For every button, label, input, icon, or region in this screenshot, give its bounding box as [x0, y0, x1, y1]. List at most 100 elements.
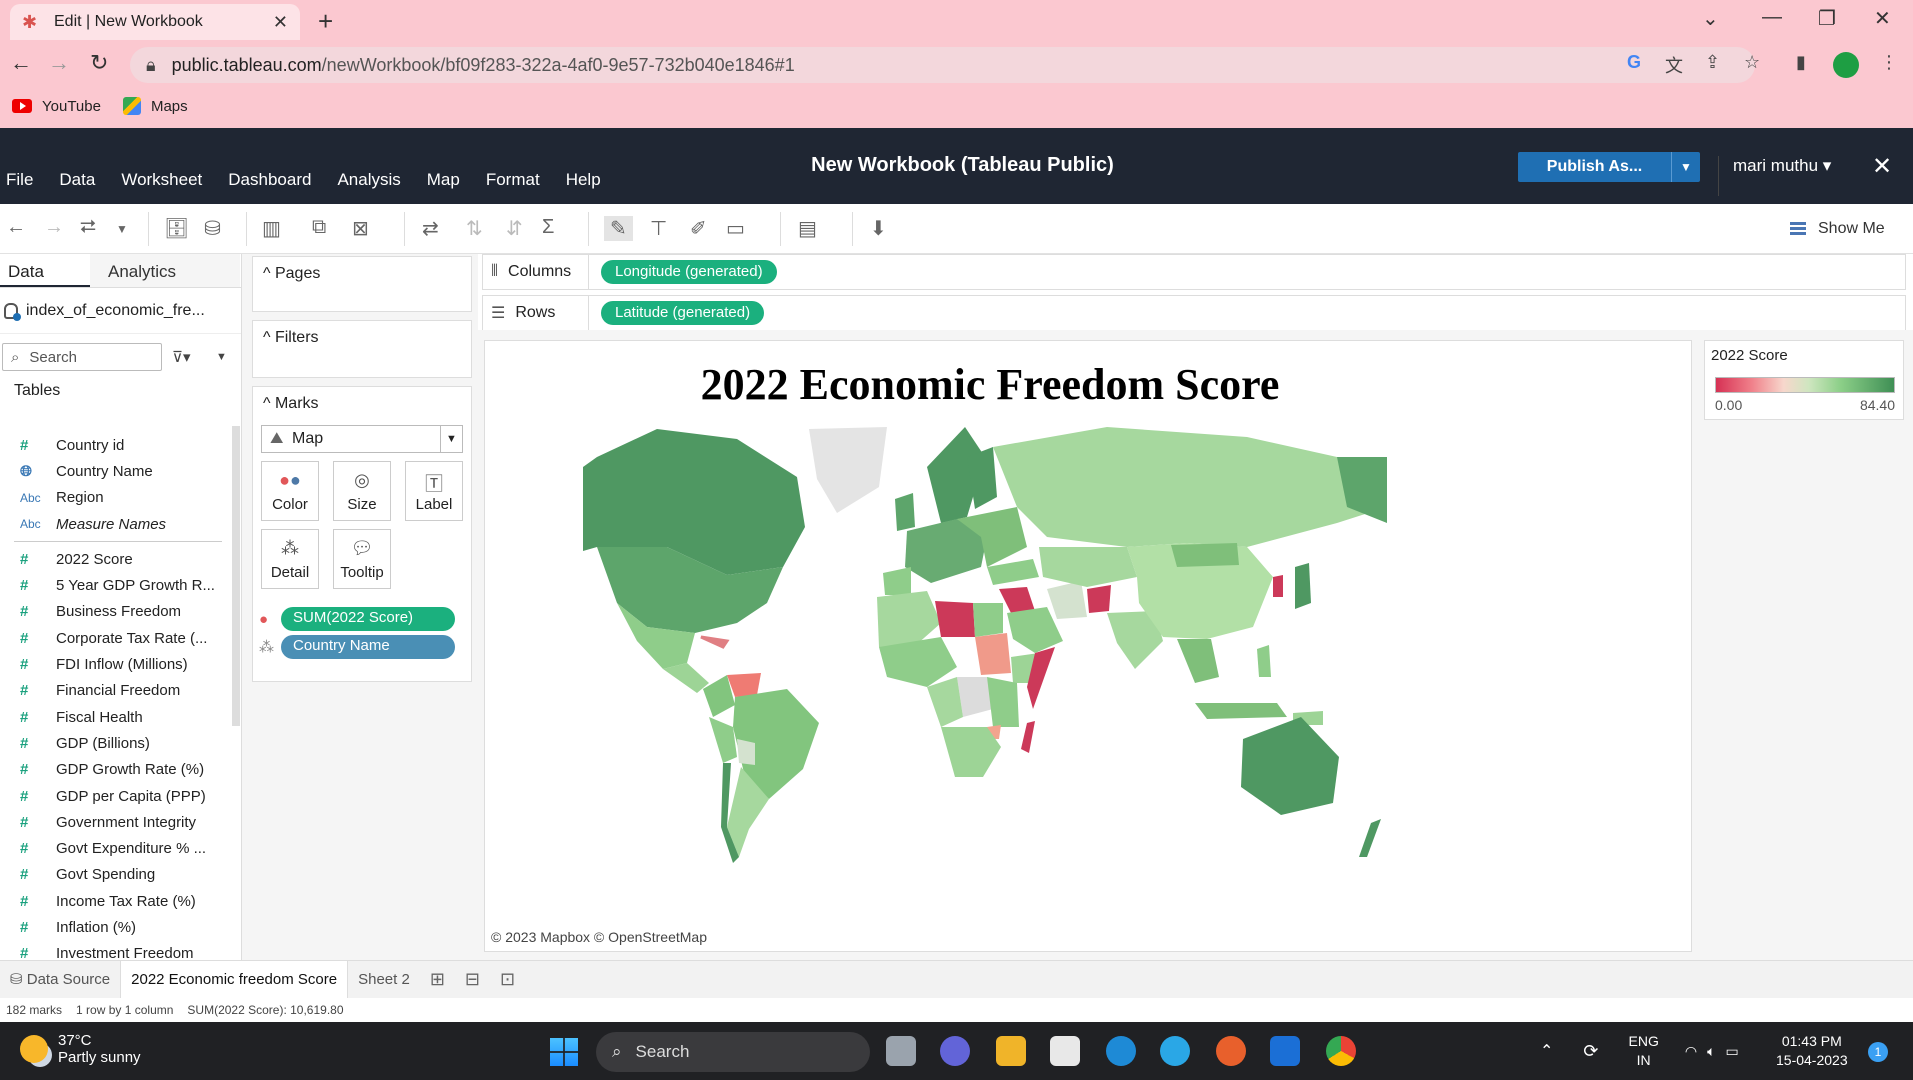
field-item[interactable]: # Government Integrity [0, 809, 232, 835]
teams-chat-icon[interactable] [940, 1036, 970, 1066]
duplicate-sheet-icon[interactable]: ⧉ [312, 216, 326, 239]
forward-icon[interactable]: → [48, 50, 70, 76]
wifi-icon[interactable]: ◠ [1685, 1043, 1697, 1060]
chevron-down-icon[interactable]: ▼ [440, 426, 462, 452]
clock[interactable]: 01:43 PM 15-04-2023 [1776, 1032, 1848, 1070]
reload-icon[interactable]: ↻ [90, 50, 108, 76]
field-item[interactable]: # Inflation (%) [0, 914, 232, 940]
field-item[interactable]: # Govt Expenditure % ... [0, 835, 232, 861]
side-panel-icon[interactable]: ▮ [1796, 52, 1806, 73]
country-north-korea[interactable] [1273, 575, 1283, 597]
redo-icon[interactable]: → [44, 216, 64, 239]
replay-icon[interactable]: ⮂ [80, 216, 96, 239]
new-datasource-icon[interactable]: 🗄︎ [164, 216, 189, 241]
translate-icon[interactable]: 文 [1665, 52, 1683, 78]
color-button[interactable]: ●● Color [261, 461, 319, 521]
field-item[interactable]: # Income Tax Rate (%) [0, 888, 232, 914]
country-indonesia[interactable] [1195, 703, 1287, 719]
field-item[interactable]: # GDP per Capita (PPP) [0, 783, 232, 809]
data-source-tab[interactable]: ⛁ Data Source [0, 961, 120, 999]
country-libya[interactable] [935, 601, 975, 637]
country-sudan[interactable] [975, 633, 1011, 675]
tooltip-button[interactable]: 💬︎ Tooltip [333, 529, 391, 589]
restore-icon[interactable]: ❐ [1818, 6, 1836, 31]
edge-icon[interactable] [1106, 1036, 1136, 1066]
show-cards-icon[interactable]: ▤ [798, 216, 817, 241]
field-item[interactable]: # FDI Inflow (Millions) [0, 651, 232, 677]
country-egypt[interactable] [973, 603, 1003, 637]
close-tab-icon[interactable]: ✕ [273, 12, 288, 33]
sheet-tab-active[interactable]: 2022 Economic freedom Score [120, 960, 349, 999]
latitude-pill[interactable]: Latitude (generated) [601, 301, 765, 325]
minimize-icon[interactable]: — [1762, 6, 1782, 29]
close-window-icon[interactable]: ✕ [1874, 6, 1891, 31]
back-icon[interactable]: ← [10, 50, 32, 76]
publish-dropdown-icon[interactable]: ▼ [1672, 152, 1700, 182]
sort-ascending-icon[interactable]: ⇅ [466, 216, 483, 241]
tab-data[interactable]: Data [0, 254, 90, 287]
label-button[interactable]: 🅃 Label [405, 461, 463, 521]
country-name-pill[interactable]: Country Name [281, 635, 455, 659]
field-item[interactable]: # Investment Freedom [0, 941, 232, 962]
country-japan[interactable] [1295, 563, 1311, 609]
collapse-icon[interactable]: ^ [263, 329, 271, 346]
profile-avatar[interactable] [1833, 52, 1859, 78]
format-workbook-icon[interactable]: ✐ [690, 216, 707, 241]
size-button[interactable]: ◎ Size [333, 461, 391, 521]
detail-button[interactable]: ⁂ Detail [261, 529, 319, 589]
collapse-icon[interactable]: ^ [263, 395, 271, 412]
tab-analytics[interactable]: Analytics [90, 254, 240, 287]
field-item[interactable]: Abc Measure Names [0, 511, 232, 537]
new-story-tab-icon[interactable]: ⊡ [490, 969, 525, 990]
replay-dropdown-icon[interactable]: ▼ [116, 222, 128, 236]
clear-sheet-icon[interactable]: ⊠ [352, 216, 369, 241]
browser-tab[interactable]: ✱ Edit | New Workbook ✕ [10, 4, 300, 40]
volume-icon[interactable]: 🔈︎ [1707, 1043, 1715, 1060]
taskbar-search[interactable]: ⌕ Search [596, 1032, 870, 1072]
new-dashboard-tab-icon[interactable]: ⊟ [455, 969, 490, 990]
longitude-pill[interactable]: Longitude (generated) [601, 260, 777, 284]
rows-shelf[interactable]: ☰ Rows Latitude (generated) [482, 295, 1906, 331]
field-item[interactable]: # Govt Spending [0, 862, 232, 888]
highlight-icon[interactable]: ✎ [604, 216, 633, 241]
chrome-icon[interactable] [1326, 1036, 1356, 1066]
share-icon[interactable]: ⇪ [1705, 52, 1720, 73]
address-bar[interactable]: 🔒︎ public.tableau.com/newWorkbook/bf09f2… [130, 47, 1755, 83]
mark-type-select[interactable]: ⛰ Map ▼ [261, 425, 463, 453]
close-editor-icon[interactable]: ✕ [1872, 152, 1892, 181]
language-indicator[interactable]: ENG IN [1629, 1032, 1659, 1070]
show-mark-labels-icon[interactable]: ⊤ [650, 216, 667, 241]
country-afghanistan[interactable] [1087, 585, 1111, 613]
sheet-tab-sheet2[interactable]: Sheet 2 [348, 961, 420, 999]
field-item[interactable]: # Corporate Tax Rate (... [0, 625, 232, 651]
viz-title[interactable]: 2022 Economic Freedom Score [485, 359, 1495, 410]
browser-menu-icon[interactable]: ⋮ [1880, 52, 1898, 73]
file-explorer-icon[interactable] [996, 1036, 1026, 1066]
lock-icon[interactable]: 🔒︎ [146, 55, 156, 76]
new-worksheet-icon[interactable]: ▥ [262, 216, 281, 241]
country-mongolia[interactable] [1171, 543, 1239, 567]
battery-icon[interactable]: ▭ [1725, 1043, 1738, 1060]
country-philippines[interactable] [1257, 645, 1271, 677]
choropleth-map[interactable] [487, 427, 1689, 919]
sum-2022-score-pill[interactable]: SUM(2022 Score) [281, 607, 455, 631]
field-item[interactable]: # GDP (Billions) [0, 730, 232, 756]
field-item[interactable]: #5 Year GDP Growth R... [0, 572, 232, 598]
field-item[interactable]: # Business Freedom [0, 599, 232, 625]
field-item[interactable]: # Financial Freedom [0, 678, 232, 704]
show-me-button[interactable]: Show Me [1790, 220, 1885, 238]
country-uk[interactable] [895, 493, 915, 531]
new-worksheet-tab-icon[interactable]: ⊞ [420, 969, 455, 990]
task-view-icon[interactable] [886, 1036, 916, 1066]
field-item[interactable]: # Country id [0, 432, 232, 458]
filter-icon[interactable]: ⊽▾ [172, 348, 191, 366]
field-item[interactable]: # GDP Growth Rate (%) [0, 757, 232, 783]
totals-icon[interactable]: Σ [542, 216, 554, 239]
field-search-input[interactable]: ⌕ Search [2, 343, 162, 371]
tab-search-chevron-icon[interactable]: ⌄ [1702, 6, 1719, 31]
publish-button[interactable]: Publish As... ▼ [1518, 152, 1700, 182]
bookmark-maps[interactable]: Maps [122, 97, 188, 115]
pause-updates-icon[interactable]: ⛁ [204, 216, 221, 241]
presentation-icon[interactable]: ⬇ [870, 216, 887, 241]
firefox-icon[interactable] [1216, 1036, 1246, 1066]
